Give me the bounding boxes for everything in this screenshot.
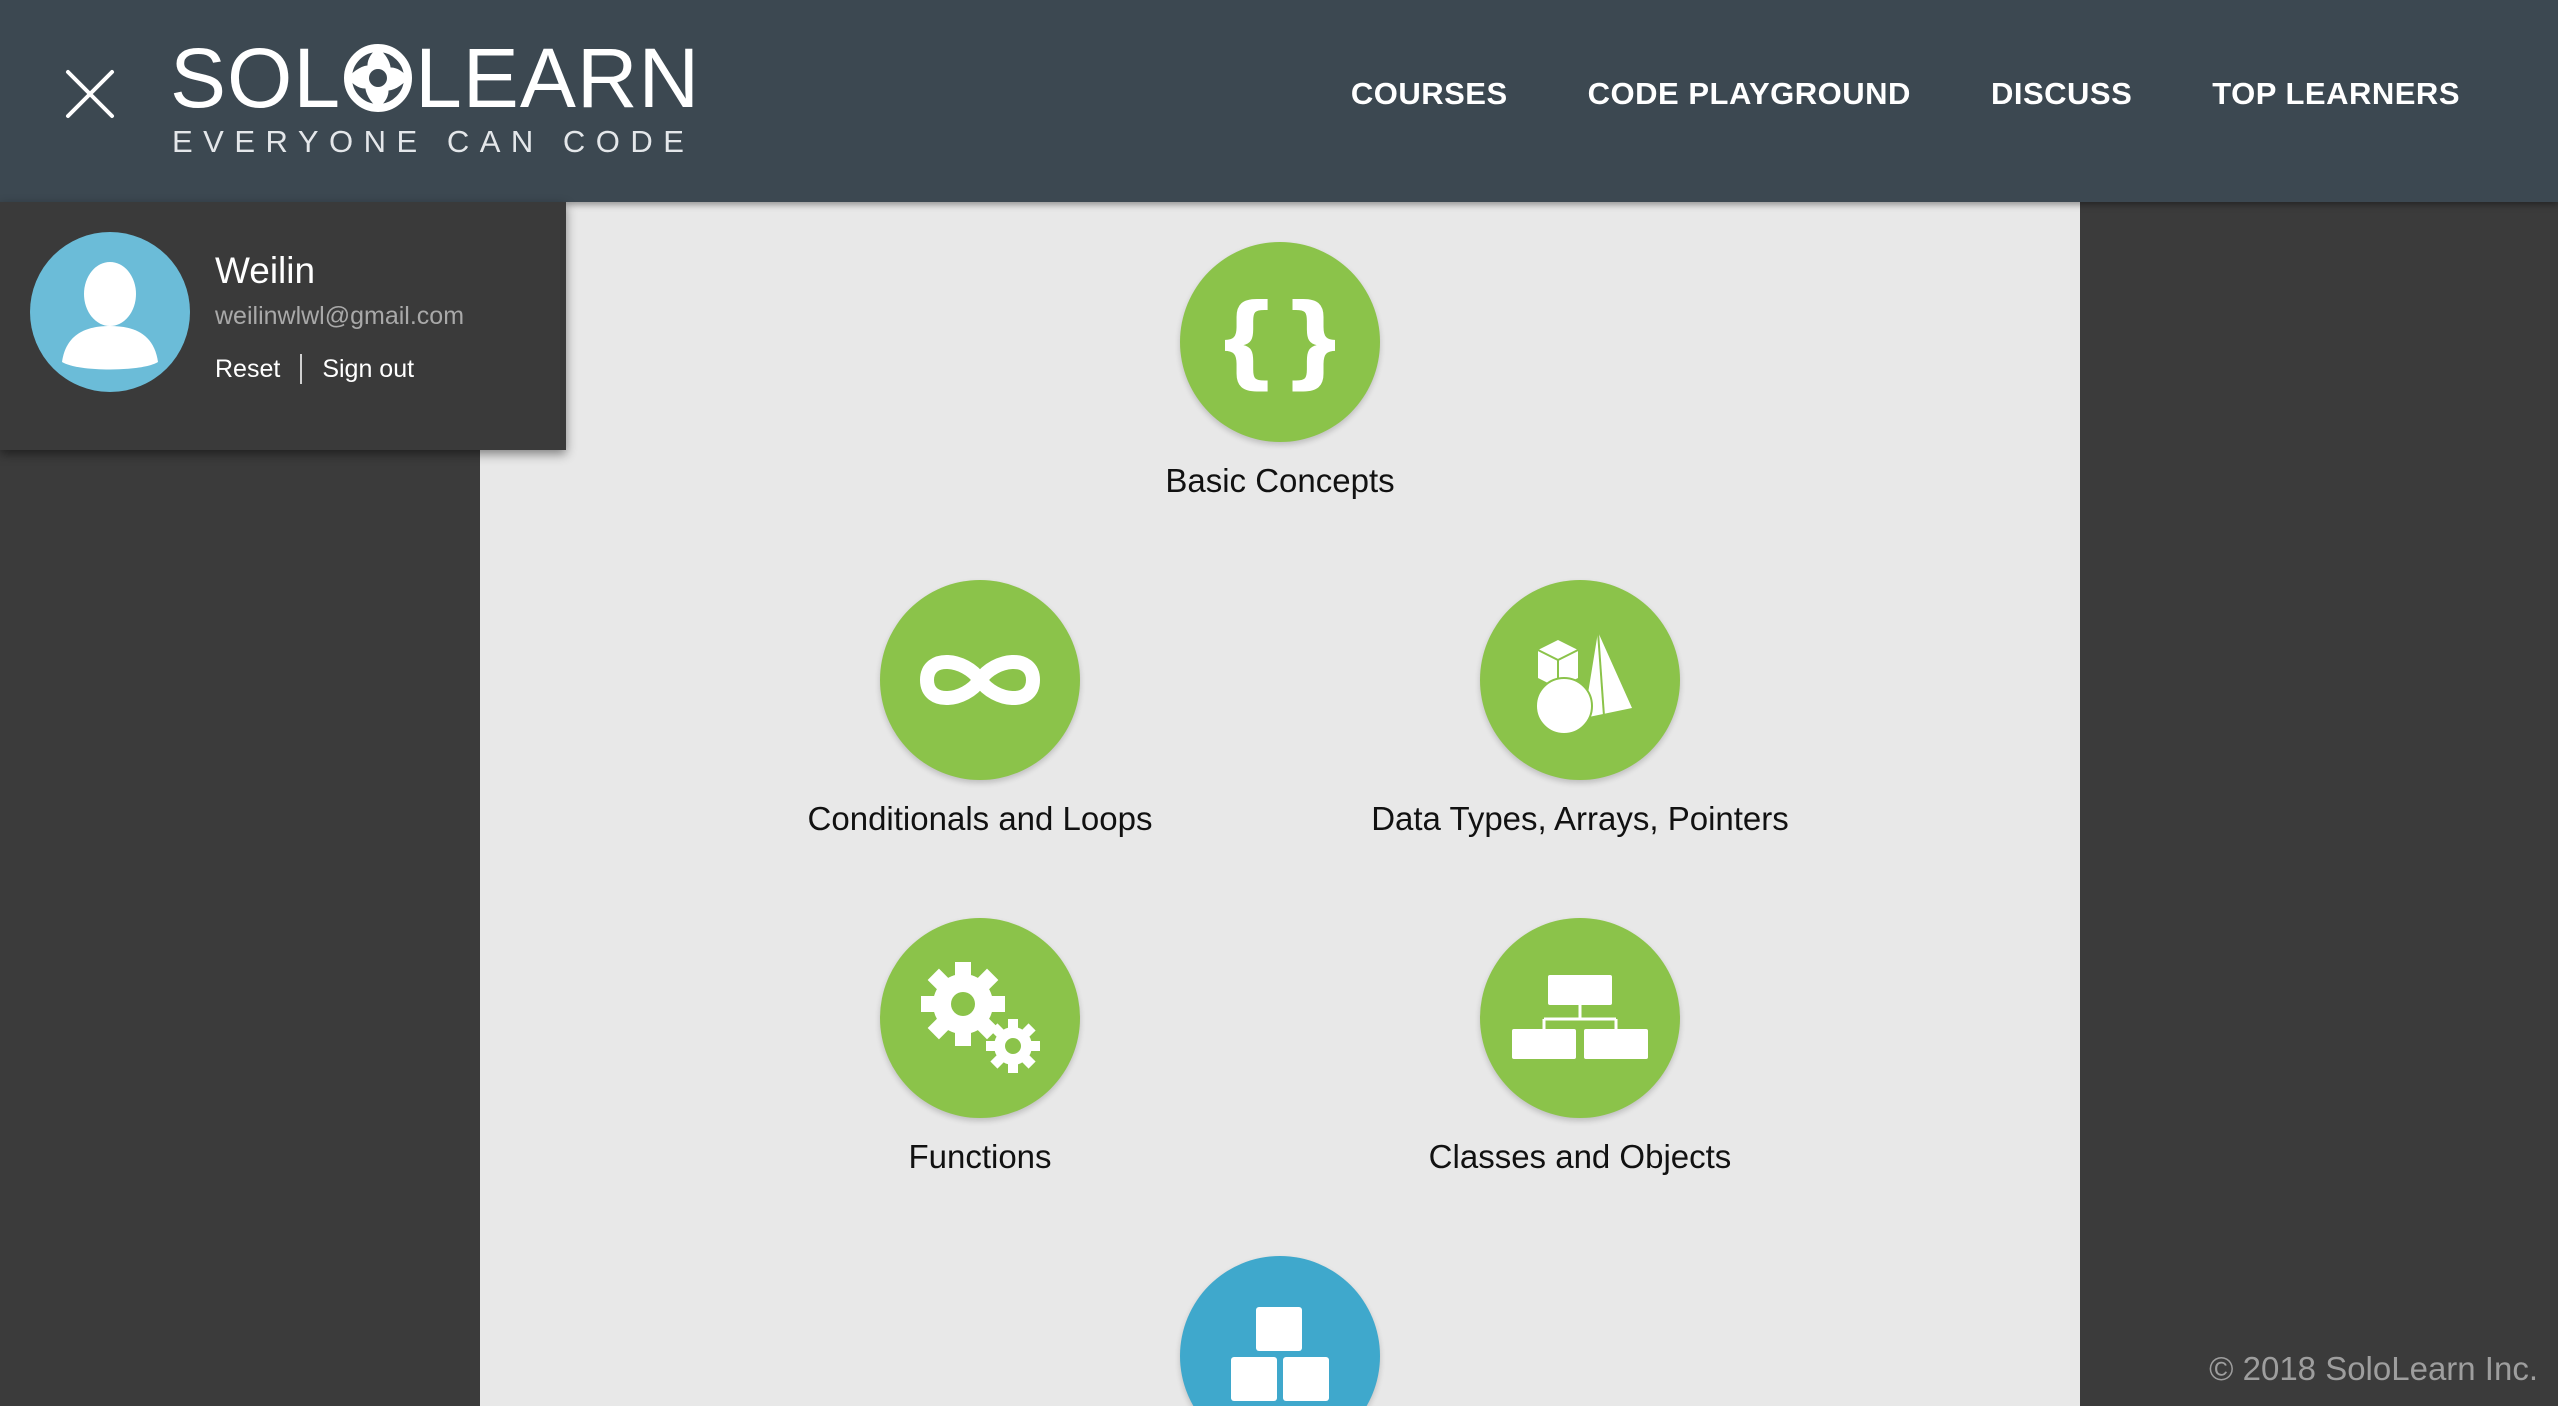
- sign-out-link[interactable]: Sign out: [322, 355, 414, 384]
- module-label: Data Types, Arrays, Pointers: [1371, 800, 1789, 837]
- module-circle[interactable]: [1480, 580, 1680, 780]
- user-silhouette-icon: [62, 262, 158, 370]
- nav-courses[interactable]: COURSES: [1351, 76, 1508, 112]
- close-icon[interactable]: [62, 66, 118, 122]
- module-label: Conditionals and Loops: [807, 800, 1153, 837]
- module-label: Functions: [908, 1138, 1052, 1175]
- avatar[interactable]: [30, 232, 190, 392]
- main-nav: COURSES CODE PLAYGROUND DISCUSS TOP LEAR…: [1351, 76, 2460, 112]
- gears-icon: [921, 962, 1040, 1073]
- nav-discuss[interactable]: DISCUSS: [1991, 76, 2132, 112]
- nav-top-learners[interactable]: TOP LEARNERS: [2212, 76, 2460, 112]
- copyright-text: © 2018 SoloLearn Inc.: [2209, 1350, 2538, 1387]
- shapes-icon: [1535, 631, 1632, 735]
- nav-code-playground[interactable]: CODE PLAYGROUND: [1588, 76, 1911, 112]
- divider: [300, 354, 303, 384]
- sololearn-logo[interactable]: SOL LEARN EVERYONE CAN CODE: [170, 36, 699, 159]
- logo-word-right: LEARN: [415, 31, 701, 125]
- module-circle[interactable]: [880, 918, 1080, 1118]
- user-email: weilinwlwl@gmail.com: [215, 302, 465, 330]
- logo-swirl-icon: [343, 42, 413, 112]
- module-locked-next[interactable]: [1070, 1256, 1490, 1406]
- profile-dropdown: Weilin weilinwlwl@gmail.com Reset Sign o…: [0, 202, 566, 450]
- module-label: Basic Concepts: [1165, 462, 1395, 499]
- module-conditionals-and-loops[interactable]: Conditionals and Loops: [770, 580, 1190, 838]
- blocks-icon: [1231, 1307, 1329, 1401]
- logo-word-left: SOL: [170, 31, 342, 125]
- module-classes-and-objects[interactable]: Classes and Objects: [1370, 918, 1790, 1176]
- infinity-icon: [919, 655, 1041, 705]
- logo-tagline: EVERYONE CAN CODE: [172, 124, 695, 159]
- module-data-types-arrays-pointers[interactable]: Data Types, Arrays, Pointers: [1370, 580, 1790, 838]
- module-circle[interactable]: {}: [1180, 242, 1380, 442]
- braces-icon: {}: [1225, 287, 1335, 397]
- module-basic-concepts[interactable]: {} Basic Concepts: [1070, 242, 1490, 500]
- top-header: SOL LEARN EVERYONE CAN CODE COURSES CODE…: [0, 0, 2558, 202]
- course-module-map: {} Basic Concepts Conditionals and Loops: [480, 202, 2080, 1406]
- module-circle[interactable]: [880, 580, 1080, 780]
- module-circle[interactable]: [1180, 1256, 1380, 1406]
- profile-actions: Reset Sign out: [215, 354, 414, 384]
- page: SOL LEARN EVERYONE CAN CODE COURSES CODE…: [0, 0, 2558, 1406]
- svg-text:{}: {}: [1225, 287, 1335, 397]
- module-circle[interactable]: [1480, 918, 1680, 1118]
- module-label: Classes and Objects: [1428, 1138, 1732, 1175]
- hierarchy-icon: [1512, 975, 1648, 1059]
- module-functions[interactable]: Functions: [770, 918, 1190, 1176]
- logo-wordmark: SOL LEARN: [170, 36, 700, 120]
- user-name: Weilin: [215, 250, 316, 291]
- reset-link[interactable]: Reset: [215, 355, 280, 384]
